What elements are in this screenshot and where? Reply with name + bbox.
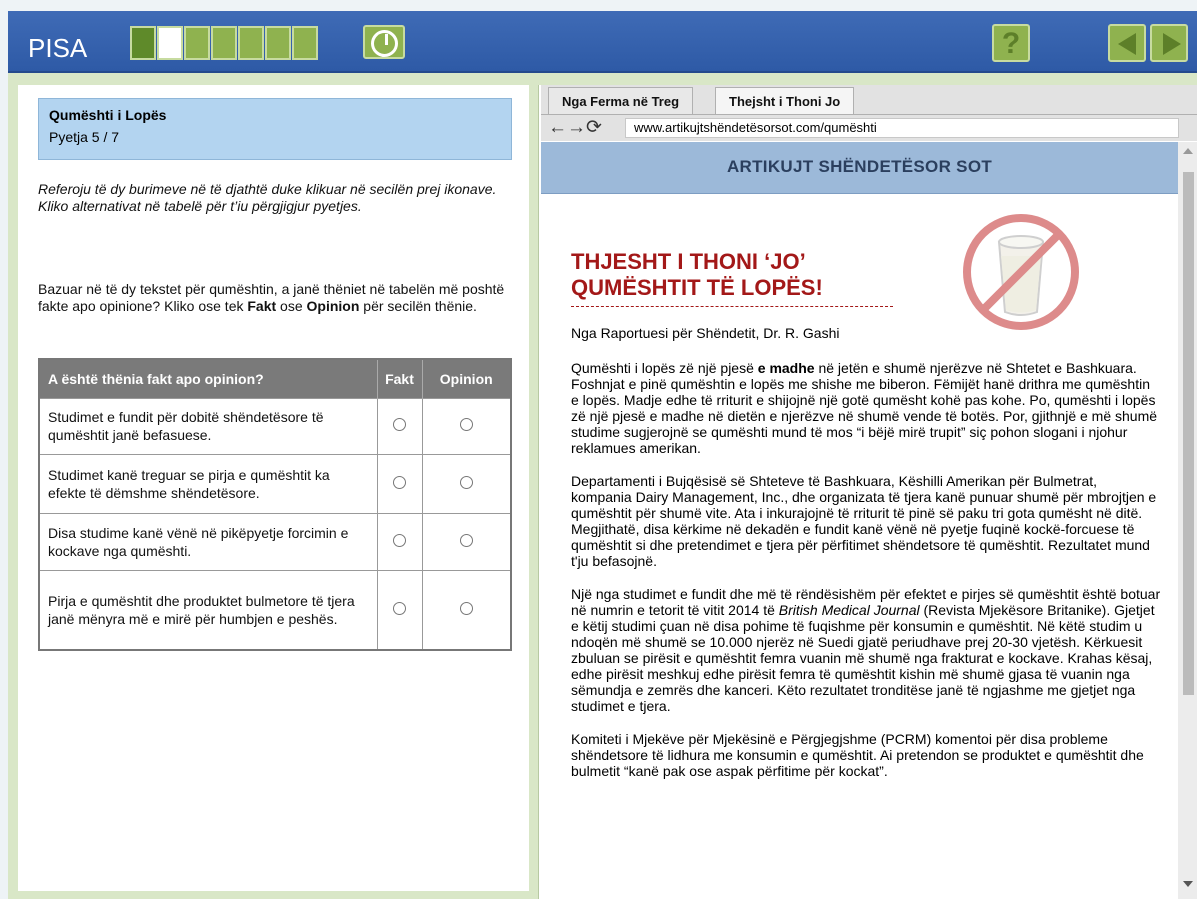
paragraph: Qumështi i lopës zë një pjesë e madhe në… <box>571 360 1158 456</box>
site-banner: ARTIKUJT SHËNDETËSOR SOT <box>541 142 1178 194</box>
table-header-row: A është thënia fakt apo opinion? Fakt Op… <box>38 359 511 398</box>
instructions-text: Referoju të dy burimeve në të djathtë du… <box>38 181 497 214</box>
clock-dial <box>371 30 398 57</box>
table-row: Studimet kanë treguar se pirja e qumësht… <box>38 453 511 513</box>
question-text: Bazuar në të dy tekstet për qumështin, a… <box>38 281 505 314</box>
fact-radio-cell <box>376 569 422 650</box>
opinion-column-header: Opinion <box>421 359 511 398</box>
opinion-radio[interactable] <box>459 601 473 615</box>
fact-radio-cell <box>376 397 422 454</box>
paragraph: Komiteti i Mjekëve për Mjekësinë e Përgj… <box>571 731 1144 779</box>
browser-tabs: Nga Ferma në Treg Thejsht i Thoni Jo <box>541 85 1197 114</box>
progress-segment <box>184 26 210 60</box>
pisa-app: PISA ? Qumështi i Lopës Pyetja 5 / 7 Ref… <box>8 11 1197 899</box>
tab-nga-ferma[interactable]: Nga Ferma në Treg <box>548 87 694 114</box>
progress-segment <box>265 26 291 60</box>
opinion-radio-cell <box>421 512 511 570</box>
fact-radio-cell <box>376 512 422 570</box>
top-bar: PISA ? <box>8 11 1197 73</box>
opinion-radio-cell <box>421 569 511 650</box>
arrow-left-icon <box>1118 33 1136 55</box>
browser-nav-icons[interactable]: ←→⟳ <box>548 116 602 139</box>
opinion-radio[interactable] <box>459 475 473 489</box>
statement-column-header: A është thënia fakt apo opinion? <box>38 359 377 398</box>
next-button[interactable] <box>1150 24 1188 62</box>
opinion-radio-cell <box>421 397 511 454</box>
statement-text: Disa studime kanë vënë në pikëpyetje for… <box>38 512 377 570</box>
fact-radio[interactable] <box>393 601 406 615</box>
table-row: Studimet e fundit për dobitë shëndetësor… <box>38 397 511 454</box>
tab-thejsht-i-thoni-jo[interactable]: Thejsht i Thoni Jo <box>715 87 855 114</box>
progress-segment <box>130 26 156 60</box>
url-field[interactable]: www.artikujtshëndetësorsot.com/qumështi <box>625 118 1179 138</box>
opinion-radio-cell <box>421 453 511 513</box>
no-milk-icon <box>963 214 1079 330</box>
opinion-radio[interactable] <box>459 533 473 547</box>
fact-column-header: Fakt <box>376 359 422 398</box>
question-number: Pyetja 5 / 7 <box>49 129 120 145</box>
arrow-right-icon <box>1163 33 1181 55</box>
table-row: Pirja e qumështit dhe produktet bulmetor… <box>38 569 511 650</box>
statement-text: Studimet e fundit për dobitë shëndetësor… <box>38 397 377 454</box>
source-browser: Nga Ferma në Treg Thejsht i Thoni Jo ←→⟳… <box>538 85 1197 899</box>
progress-segment <box>292 26 318 60</box>
fact-opinion-table: A është thënia fakt apo opinion? Fakt Op… <box>38 358 512 651</box>
fact-radio[interactable] <box>393 533 406 547</box>
address-bar: ←→⟳ www.artikujtshëndetësorsot.com/qumës… <box>541 114 1197 141</box>
progress-indicator <box>130 26 319 60</box>
question-panel: Qumështi i Lopës Pyetja 5 / 7 Referoju t… <box>18 85 529 891</box>
statement-text: Studimet kanë treguar se pirja e qumësht… <box>38 453 377 513</box>
progress-segment <box>211 26 237 60</box>
timer-icon[interactable] <box>363 25 405 59</box>
pisa-logo: PISA <box>28 33 88 63</box>
scroll-up-icon[interactable] <box>1183 148 1193 154</box>
progress-segment <box>238 26 264 60</box>
scroll-down-icon[interactable] <box>1183 881 1193 887</box>
fact-radio[interactable] <box>393 475 406 489</box>
article-byline: Nga Raportuesi për Shëndetit, Dr. R. Gas… <box>571 325 840 341</box>
scroll-thumb[interactable] <box>1183 172 1194 695</box>
fact-radio[interactable] <box>393 418 406 431</box>
title-divider <box>571 306 893 307</box>
table-row: Disa studime kanë vënë në pikëpyetje for… <box>38 512 511 570</box>
unit-title: Qumështi i Lopës <box>49 107 167 123</box>
article-scrollbar[interactable] <box>1178 142 1197 899</box>
question-header: Qumështi i Lopës Pyetja 5 / 7 <box>38 98 512 160</box>
back-button[interactable] <box>1108 24 1146 62</box>
opinion-radio[interactable] <box>459 418 473 431</box>
statement-text: Pirja e qumështit dhe produktet bulmetor… <box>38 569 377 650</box>
paragraph: Një nga studimet e fundit dhe më të rënd… <box>571 586 1161 714</box>
fact-radio-cell <box>376 453 422 513</box>
progress-segment-current <box>157 26 183 60</box>
article-body: Qumështi i lopës zë një pjesë e madhe në… <box>571 360 1161 796</box>
help-button[interactable]: ? <box>992 24 1030 62</box>
paragraph: Departamenti i Bujqësisë së Shteteve të … <box>571 473 1157 569</box>
article-page: ARTIKUJT SHËNDETËSOR SOT THJESHT I THONI… <box>541 142 1178 899</box>
article-title: THJESHT I THONI ‘JO’ QUMËSHTIT TË LOPËS! <box>571 249 823 300</box>
